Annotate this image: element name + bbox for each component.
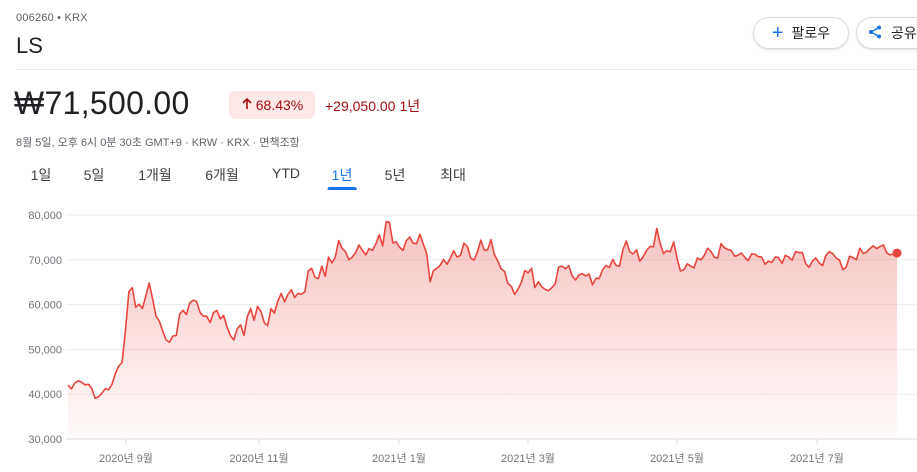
- change-percent: 68.43%: [255, 97, 304, 113]
- x-tick-label: 2021년 1월: [372, 452, 426, 465]
- x-tick-label: 2021년 7월: [790, 452, 844, 465]
- y-tick-label: 40,000: [28, 389, 62, 401]
- tab-0[interactable]: 1일: [31, 165, 52, 185]
- arrow-up-icon: [241, 97, 253, 113]
- share-label: 공유: [891, 25, 917, 41]
- current-price-dot: [892, 248, 902, 258]
- x-tick-label: 2021년 5월: [650, 452, 704, 465]
- quote-meta: 8월 5일, 오후 6시 0분 30초 GMT+9 · KRW · KRX · …: [16, 137, 300, 149]
- tab-6[interactable]: 5년: [385, 165, 406, 185]
- tab-1[interactable]: 5일: [84, 165, 105, 185]
- x-tick-label: 2020년 9월: [99, 452, 153, 465]
- share-icon: [867, 24, 883, 43]
- tab-4[interactable]: YTD: [272, 165, 300, 181]
- plus-icon: +: [771, 22, 784, 44]
- price-chart: 2020년 9월 2020년 11월 2021년 1월 2021년 3월 2021년 5…: [28, 210, 917, 465]
- tab-2[interactable]: 1개월: [138, 165, 172, 185]
- x-tick-label: 2021년 3월: [501, 452, 555, 465]
- tab-5[interactable]: 1년: [327, 165, 356, 190]
- price-area-fill: [68, 221, 897, 439]
- stock-quote-card: 006260 • KRX LS + 팔로우 공유 ₩71,500.00 68.4…: [0, 0, 917, 472]
- chart-x-axis: 2020년 9월 2020년 11월 2021년 1월 2021년 3월 2021년 5…: [99, 439, 844, 465]
- chart-y-axis: 80,000 70,000 60,000 50,000 40,000 30,000: [28, 210, 62, 446]
- current-price: ₩71,500.00: [14, 85, 190, 121]
- change-amount: +29,050.00: [325, 98, 396, 114]
- y-tick-label: 50,000: [28, 344, 62, 356]
- share-button[interactable]: 공유: [856, 17, 917, 49]
- tab-3[interactable]: 6개월: [205, 165, 239, 185]
- x-tick-label: 2020년 11월: [229, 452, 288, 465]
- y-tick-label: 80,000: [28, 210, 62, 222]
- header-divider: [16, 69, 917, 70]
- y-tick-label: 60,000: [28, 300, 62, 312]
- company-name: LS: [16, 33, 43, 58]
- y-tick-label: 70,000: [28, 255, 62, 267]
- follow-label: 팔로우: [791, 25, 831, 41]
- chart-area: [67, 220, 902, 439]
- follow-button[interactable]: + 팔로우: [753, 17, 849, 49]
- change-period: 1년: [399, 98, 421, 114]
- change-percent-badge: 68.43%: [229, 91, 315, 119]
- y-tick-label: 30,000: [28, 434, 62, 446]
- ticker-symbol: 006260 • KRX: [16, 12, 88, 24]
- change-amount-row: +29,050.00 1년: [325, 96, 420, 116]
- tab-7[interactable]: 최대: [440, 165, 466, 185]
